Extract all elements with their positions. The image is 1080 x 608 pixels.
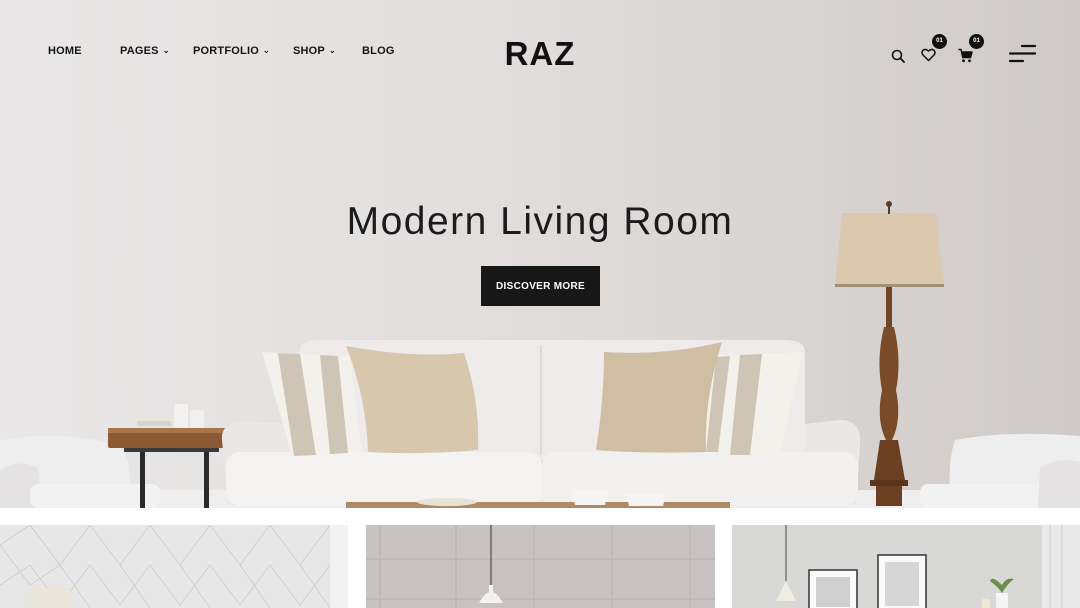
card-image-pendant [366,525,715,608]
header-tools: 01 01 [888,34,1048,70]
chevron-down-icon: ⌄ [162,45,170,55]
site-logo[interactable]: RAZ [505,35,576,72]
nav-item-blog[interactable]: BLOG [362,45,395,57]
wishlist-count-badge: 01 [932,34,947,49]
nav-label-shop: SHOP [293,45,325,57]
nav-label-pages: PAGES [120,45,159,57]
chevron-down-icon: ⌄ [262,45,270,55]
chevron-down-icon: ⌄ [328,45,336,55]
nav-label-portfolio: PORTFOLIO [193,45,259,57]
cart-icon [958,48,973,63]
nav-item-shop[interactable]: SHOP ⌄ [293,45,362,57]
hero-room-image [0,201,1080,508]
card-image-lamp [0,525,348,608]
nav-label-home: HOME [48,45,82,57]
category-card-lamp[interactable] [0,525,348,608]
right-armchair-graphic [920,433,1080,508]
cart-button[interactable]: 01 [958,34,984,63]
sofa-graphic [221,340,861,506]
menu-button[interactable] [1009,44,1037,64]
hamburger-menu-icon [1009,44,1037,63]
category-cards [0,508,1080,608]
nav-item-home[interactable]: HOME [48,45,120,57]
hero-title: Modern Living Room [346,200,734,243]
nav-item-pages[interactable]: PAGES ⌄ [120,45,193,57]
card-image-gallery [732,525,1080,608]
main-nav: HOME PAGES ⌄ PORTFOLIO ⌄ SHOP ⌄ BLOG [48,45,395,57]
search-icon [891,49,905,63]
cart-count-badge: 01 [969,34,984,49]
search-button[interactable] [891,49,905,63]
nav-item-portfolio[interactable]: PORTFOLIO ⌄ [193,45,293,57]
category-card-pendant[interactable] [366,525,715,608]
nav-label-blog: BLOG [362,45,395,57]
category-card-gallery[interactable] [732,525,1080,608]
discover-more-button[interactable]: DISCOVER MORE [481,266,600,306]
hero-banner: HOME PAGES ⌄ PORTFOLIO ⌄ SHOP ⌄ BLOG RAZ [0,0,1080,508]
wishlist-button[interactable]: 01 [921,34,947,62]
heart-icon [921,48,936,62]
